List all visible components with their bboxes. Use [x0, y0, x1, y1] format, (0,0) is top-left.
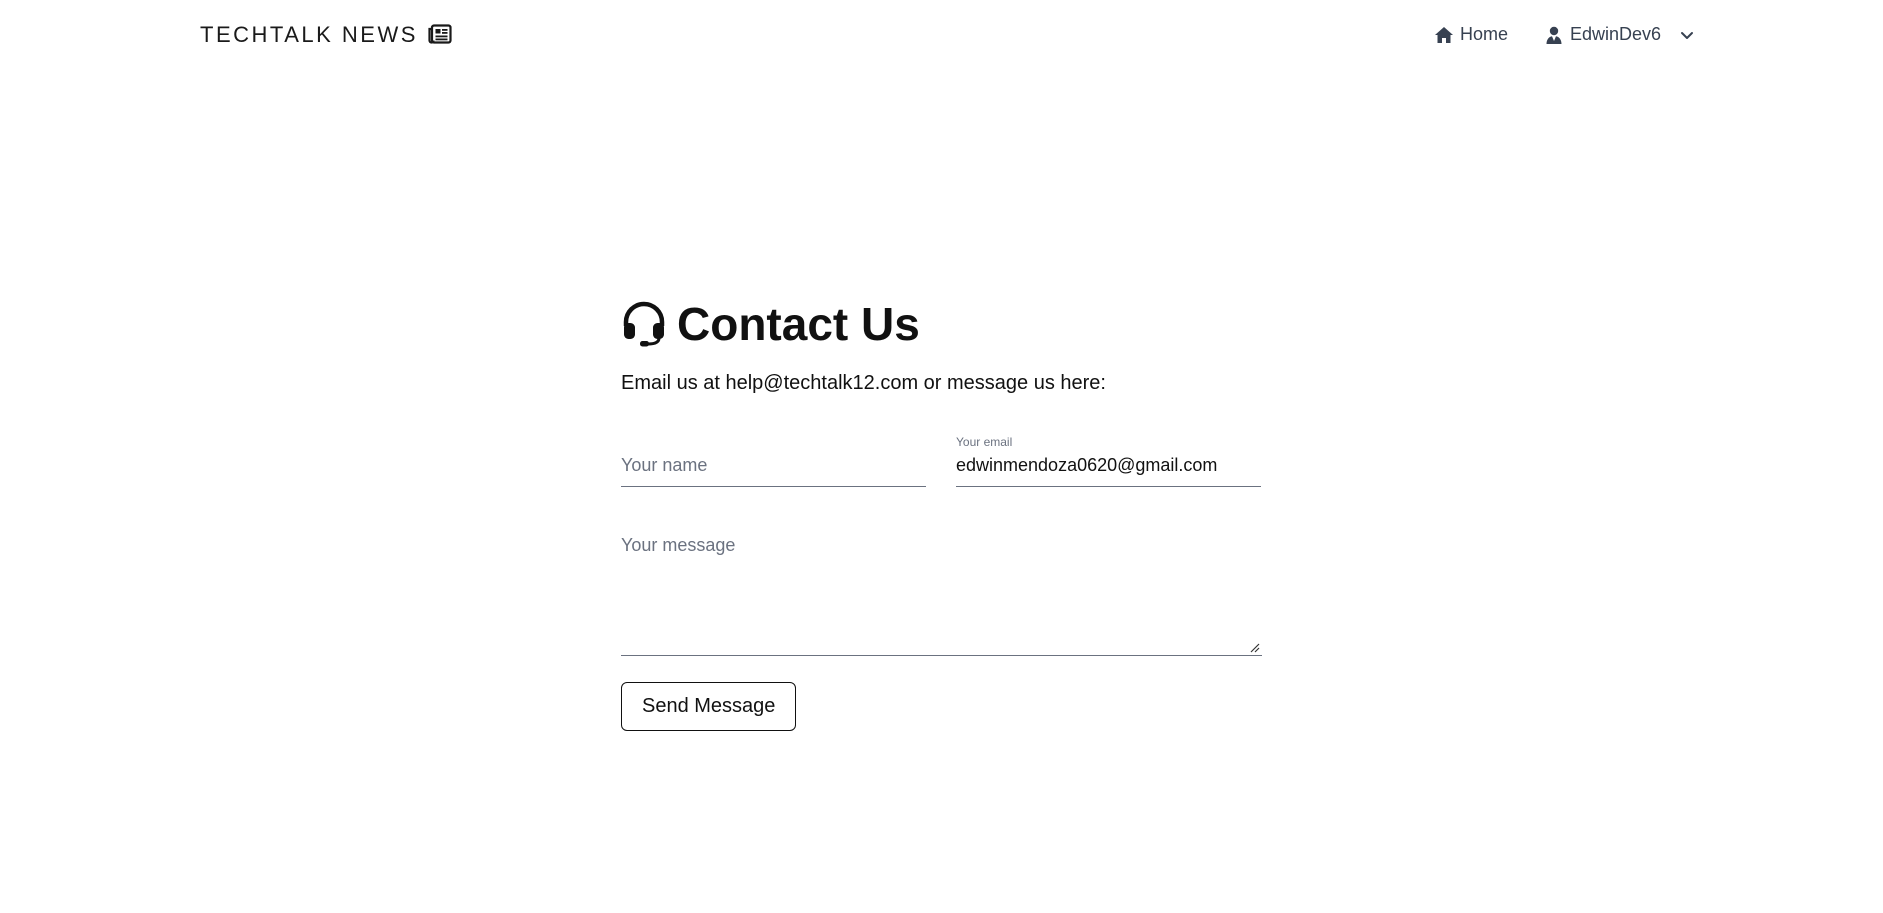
resize-handle-icon[interactable]	[1250, 643, 1260, 653]
contact-fields: Your email	[621, 433, 1262, 487]
chevron-down-icon	[1681, 31, 1694, 39]
brand-name: TECHTALK NEWS	[200, 22, 418, 47]
message-field-wrap	[621, 519, 1262, 656]
send-message-button[interactable]: Send Message	[621, 682, 797, 731]
user-label: EdwinDev6	[1570, 24, 1662, 44]
page-title-text: Contact Us	[677, 298, 920, 350]
headset-icon	[623, 301, 665, 347]
user-dropdown[interactable]: EdwinDev6	[1544, 24, 1695, 45]
contact-section: Contact Us Email us at help@techtalk12.c…	[621, 296, 1262, 731]
page-title: Contact Us	[621, 296, 1262, 352]
newspaper-icon	[428, 24, 452, 44]
email-label: Your email	[956, 435, 1013, 449]
navbar: TECHTALK NEWS Home EdwinDev6	[0, 0, 1883, 74]
house-icon	[1435, 26, 1453, 43]
home-label: Home	[1460, 24, 1509, 44]
message-field[interactable]	[621, 535, 1262, 651]
email-field-wrap: Your email	[956, 433, 1261, 487]
email-field[interactable]	[956, 455, 1261, 476]
name-field-wrap	[621, 433, 926, 487]
contact-intro: Email us at help@techtalk12.com or messa…	[621, 372, 1106, 394]
home-link[interactable]: Home	[1434, 24, 1508, 45]
name-field[interactable]	[621, 455, 926, 476]
nav-right: Home EdwinDev6	[1434, 24, 1695, 45]
brand[interactable]: TECHTALK NEWS	[200, 22, 452, 48]
user-tie-icon	[1546, 26, 1562, 44]
